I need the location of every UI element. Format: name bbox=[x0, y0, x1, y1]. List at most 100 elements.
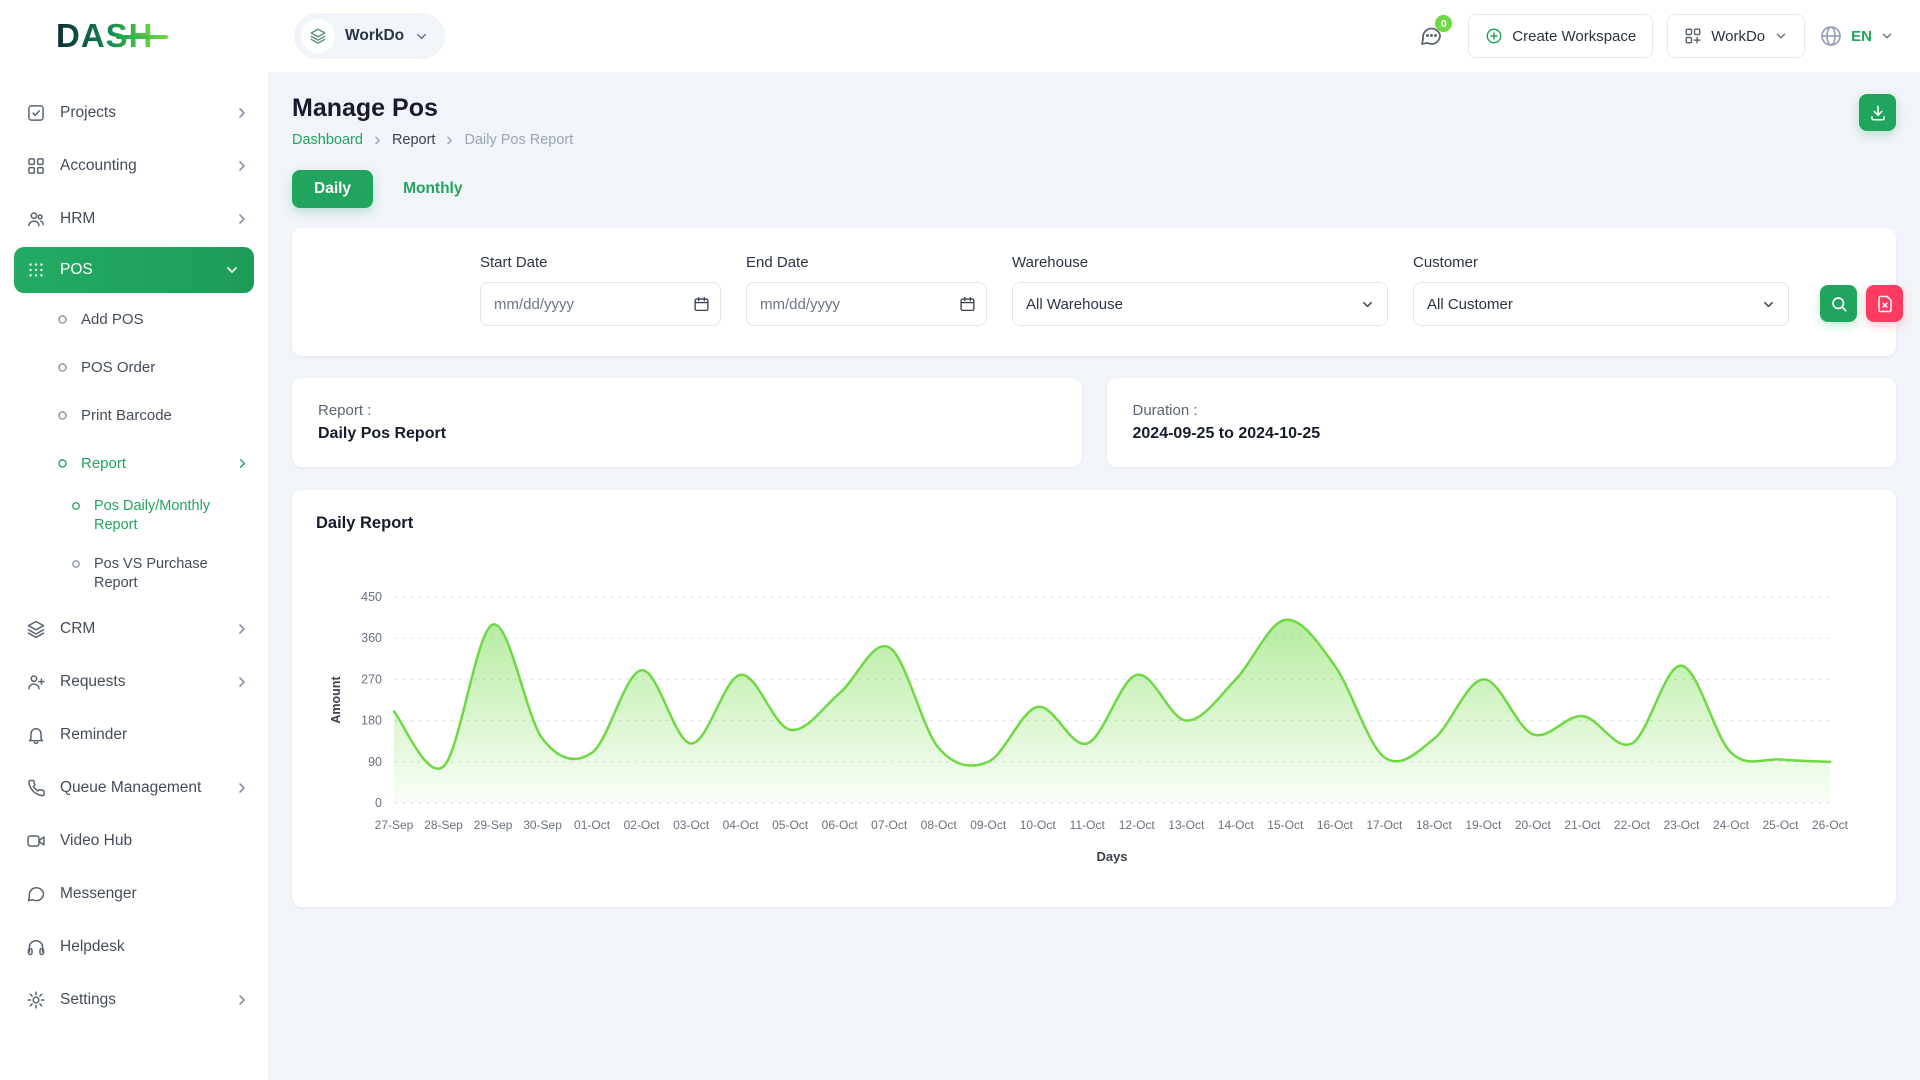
breadcrumb-report: Report bbox=[392, 132, 436, 148]
x-tick-label: 12-Oct bbox=[1119, 818, 1156, 832]
start-date-input[interactable] bbox=[480, 282, 721, 326]
x-tick-label: 28-Sep bbox=[424, 818, 463, 832]
download-button[interactable] bbox=[1859, 94, 1896, 131]
sidebar-item-hrm[interactable]: HRM bbox=[0, 192, 268, 245]
sidebar-nav: Projects Accounting HRM POSAdd POS POS Order… bbox=[0, 72, 268, 1080]
filter-card: Start Date End Date bbox=[292, 228, 1896, 356]
chevron-right-icon bbox=[234, 158, 250, 174]
warehouse-select[interactable]: All Warehouse bbox=[1012, 282, 1388, 326]
user-menu-label: WorkDo bbox=[1711, 28, 1765, 45]
topbar-actions: 0 Create Workspace WorkDo bbox=[1408, 13, 1894, 59]
plus-circle-icon bbox=[1485, 27, 1503, 45]
reset-icon bbox=[1876, 295, 1894, 313]
sidebar-item-projects[interactable]: Projects bbox=[0, 86, 268, 139]
x-tick-label: 20-Oct bbox=[1515, 818, 1552, 832]
sidebar-item-label: Helpdesk bbox=[60, 938, 125, 956]
main-content: Manage Pos DashboardReportDaily Pos Repo… bbox=[268, 72, 1920, 1080]
sidebar-item-label: Projects bbox=[60, 104, 116, 122]
y-tick-label: 270 bbox=[361, 672, 382, 686]
x-tick-label: 06-Oct bbox=[822, 818, 859, 832]
sidebar-item-label: Queue Management bbox=[60, 779, 201, 797]
sidebar-subitem-pos-order[interactable]: POS Order bbox=[0, 343, 268, 391]
chevron-right-icon bbox=[234, 780, 250, 796]
x-tick-label: 29-Sep bbox=[474, 818, 513, 832]
app-logo[interactable]: DASH bbox=[56, 17, 154, 55]
globe-icon bbox=[1819, 24, 1843, 48]
x-tick-label: 03-Oct bbox=[673, 818, 710, 832]
sidebar-item-messenger[interactable]: Messenger bbox=[0, 867, 268, 920]
filter-actions bbox=[1820, 285, 1903, 326]
sidebar-item-label: Messenger bbox=[60, 885, 137, 903]
bullet-icon bbox=[56, 457, 69, 470]
logo-swoosh-icon bbox=[116, 35, 168, 39]
grid-plus-icon bbox=[1684, 27, 1702, 45]
sidebar-item-label: HRM bbox=[60, 210, 95, 228]
y-tick-label: 90 bbox=[368, 755, 382, 769]
sidebar-subitem-label: Report bbox=[81, 455, 126, 472]
x-tick-label: 07-Oct bbox=[871, 818, 908, 832]
filter-reset-button[interactable] bbox=[1866, 285, 1903, 322]
filter-search-button[interactable] bbox=[1820, 285, 1857, 322]
bullet-icon bbox=[56, 361, 69, 374]
duration-summary-value: 2024-09-25 to 2024-10-25 bbox=[1133, 425, 1871, 443]
sidebar-subsubitem-pos-daily-monthly-report[interactable]: Pos Daily/Monthly Report bbox=[0, 487, 268, 545]
sidebar-subsubitem-label: Pos VS Purchase Report bbox=[94, 555, 244, 593]
logo-area: DASH bbox=[0, 0, 268, 72]
x-tick-label: 23-Oct bbox=[1663, 818, 1700, 832]
workspace-switcher[interactable]: WorkDo bbox=[294, 13, 445, 59]
sidebar-subitem-print-barcode[interactable]: Print Barcode bbox=[0, 391, 268, 439]
sidebar-item-label: Requests bbox=[60, 673, 125, 691]
sidebar-item-helpdesk[interactable]: Helpdesk bbox=[0, 920, 268, 973]
sidebar-item-pos[interactable]: POS bbox=[14, 247, 254, 293]
workspace-name: WorkDo bbox=[345, 27, 404, 45]
page-header: Manage Pos DashboardReportDaily Pos Repo… bbox=[292, 94, 1896, 148]
chevron-right-icon bbox=[234, 211, 250, 227]
sidebar-subitem-label: POS Order bbox=[81, 359, 155, 376]
video-icon bbox=[26, 831, 46, 851]
warehouse-selected-value: All Warehouse bbox=[1026, 296, 1123, 313]
hrm-icon bbox=[26, 209, 46, 229]
customer-select[interactable]: All Customer bbox=[1413, 282, 1789, 326]
end-date-field: End Date bbox=[746, 254, 987, 326]
sidebar-item-crm[interactable]: CRM bbox=[0, 602, 268, 655]
queue-icon bbox=[26, 778, 46, 798]
sidebar-item-settings[interactable]: Settings bbox=[0, 973, 268, 1026]
pos-icon bbox=[26, 260, 46, 280]
chart-title: Daily Report bbox=[316, 514, 1872, 533]
sidebar-subitem-report[interactable]: Report bbox=[0, 439, 268, 487]
x-tick-label: 11-Oct bbox=[1070, 818, 1106, 832]
settings-icon bbox=[26, 990, 46, 1010]
stack-icon bbox=[309, 27, 327, 45]
sidebar-item-requests[interactable]: Requests bbox=[0, 655, 268, 708]
sidebar-item-video-hub[interactable]: Video Hub bbox=[0, 814, 268, 867]
user-menu[interactable]: WorkDo bbox=[1667, 14, 1805, 58]
messages-button[interactable]: 0 bbox=[1408, 13, 1454, 59]
app-root: DASH Projects Accounting HRM POSAdd POS POS … bbox=[0, 0, 1920, 1080]
topbar: WorkDo 0 Create Workspace bbox=[268, 0, 1920, 72]
chevron-right-icon bbox=[443, 134, 456, 147]
x-tick-label: 04-Oct bbox=[723, 818, 760, 832]
sidebar-item-reminder[interactable]: Reminder bbox=[0, 708, 268, 761]
sidebar-subitem-add-pos[interactable]: Add POS bbox=[0, 295, 268, 343]
create-workspace-button[interactable]: Create Workspace bbox=[1468, 14, 1653, 58]
chevron-right-icon bbox=[234, 621, 250, 637]
chevron-down-icon bbox=[1360, 297, 1375, 312]
x-tick-label: 27-Sep bbox=[375, 818, 414, 832]
sidebar-subsubitem-pos-vs-purchase-report[interactable]: Pos VS Purchase Report bbox=[0, 545, 268, 603]
sidebar-item-accounting[interactable]: Accounting bbox=[0, 139, 268, 192]
tab-daily[interactable]: Daily bbox=[292, 170, 373, 208]
y-axis-label: Amount bbox=[329, 676, 343, 724]
reminder-icon bbox=[26, 725, 46, 745]
chevron-right-icon bbox=[234, 105, 250, 121]
calendar-icon[interactable] bbox=[693, 296, 710, 313]
start-date-field: Start Date bbox=[480, 254, 721, 326]
end-date-input[interactable] bbox=[746, 282, 987, 326]
calendar-icon[interactable] bbox=[959, 296, 976, 313]
chevron-down-icon bbox=[1761, 297, 1776, 312]
breadcrumb-dashboard[interactable]: Dashboard bbox=[292, 132, 363, 148]
language-selector[interactable]: EN bbox=[1819, 24, 1894, 48]
tab-monthly[interactable]: Monthly bbox=[399, 170, 466, 208]
sidebar-item-queue-management[interactable]: Queue Management bbox=[0, 761, 268, 814]
sidebar-subsubitem-label: Pos Daily/Monthly Report bbox=[94, 497, 244, 535]
chart-area-fill bbox=[394, 620, 1830, 803]
